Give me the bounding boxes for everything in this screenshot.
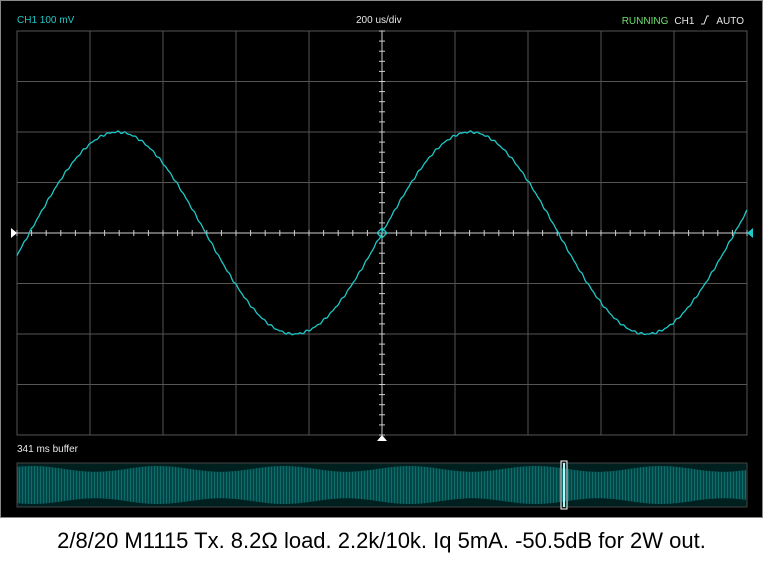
caption: 2/8/20 M1115 Tx. 8.2Ω load. 2.2k/10k. Iq… — [57, 528, 706, 553]
oscilloscope-panel: CH1 100 mV 200 us/div RUNNING CH1 AUTO 3… — [0, 0, 763, 518]
channel-label[interactable]: CH1 100 mV — [17, 15, 74, 26]
trigger-position-marker — [377, 435, 387, 441]
trigger-level-marker — [747, 228, 753, 238]
buffer-overview[interactable] — [16, 460, 748, 510]
scope-display — [11, 30, 753, 510]
ground-level-marker — [11, 228, 17, 238]
rising-edge-icon — [700, 15, 710, 28]
buffer-label: 341 ms buffer — [17, 444, 78, 455]
timebase-label[interactable]: 200 us/div — [356, 15, 402, 26]
trigger-mode[interactable]: AUTO — [716, 16, 744, 27]
run-state[interactable]: RUNNING — [622, 16, 669, 27]
trigger-channel[interactable]: CH1 — [674, 16, 694, 27]
trigger-status: RUNNING CH1 AUTO — [622, 15, 744, 28]
